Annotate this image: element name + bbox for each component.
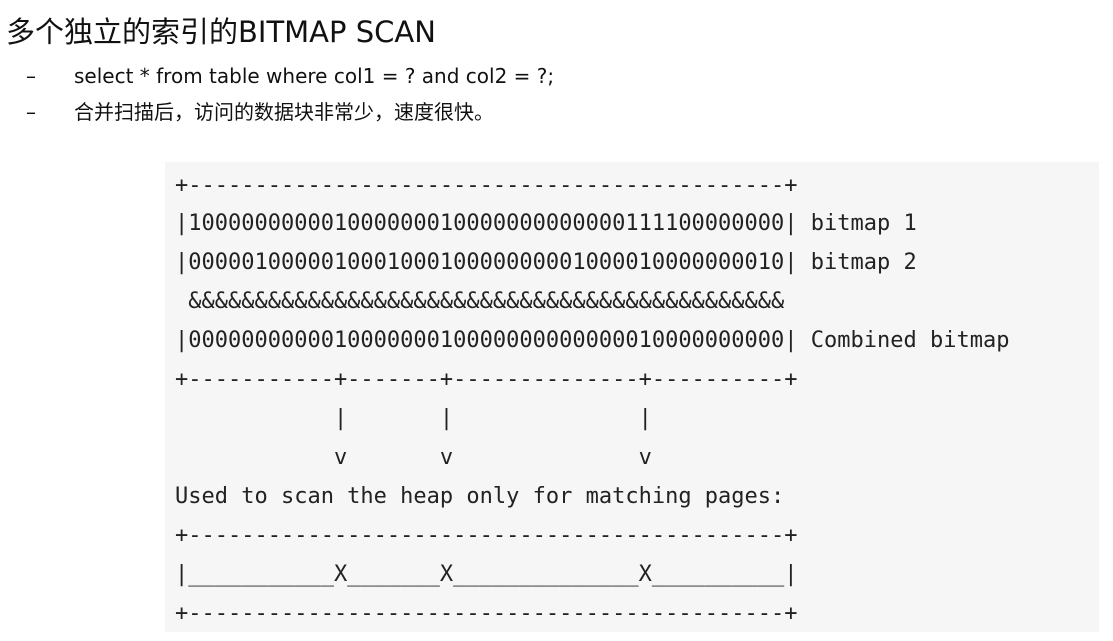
combined-bitmap-row: |000000000001000000010000000000000010000… <box>175 328 1010 353</box>
heap-pages-row: |___________X_______X______________X____… <box>175 562 798 587</box>
bullet-text: 合并扫描后，访问的数据块非常少，速度很快。 <box>74 100 494 124</box>
diagram-split-border: +-----------+-------+--------------+----… <box>175 367 798 392</box>
and-operator-row: &&&&&&&&&&&&&&&&&&&&&&&&&&&&&&&&&&&&&&&&… <box>175 289 785 314</box>
pointer-arrows-row: v v v <box>175 445 652 470</box>
heap-scan-caption: Used to scan the heap only for matching … <box>175 484 785 509</box>
bitmap-2-row: |000001000001000100010000000001000010000… <box>175 250 917 275</box>
bullet-text: select * from table where col1 = ? and c… <box>74 64 555 88</box>
bullet-item: – 合并扫描后，访问的数据块非常少，速度很快。 <box>26 98 494 126</box>
bitmap-diagram-panel: +---------------------------------------… <box>165 162 1099 632</box>
pointer-lines-row: | | | <box>175 406 652 431</box>
bullet-dash: – <box>26 100 36 124</box>
bullet-item: – select * from table where col1 = ? and … <box>26 62 554 90</box>
heap-top-border: +---------------------------------------… <box>175 523 798 548</box>
slide-title: 多个独立的索引的BITMAP SCAN <box>6 15 436 49</box>
bitmap-1-row: |100000000001000000010000000000000111100… <box>175 211 917 236</box>
bullet-dash: – <box>26 64 36 88</box>
heap-bottom-border: +---------------------------------------… <box>175 601 798 626</box>
diagram-top-border: +---------------------------------------… <box>175 173 798 198</box>
